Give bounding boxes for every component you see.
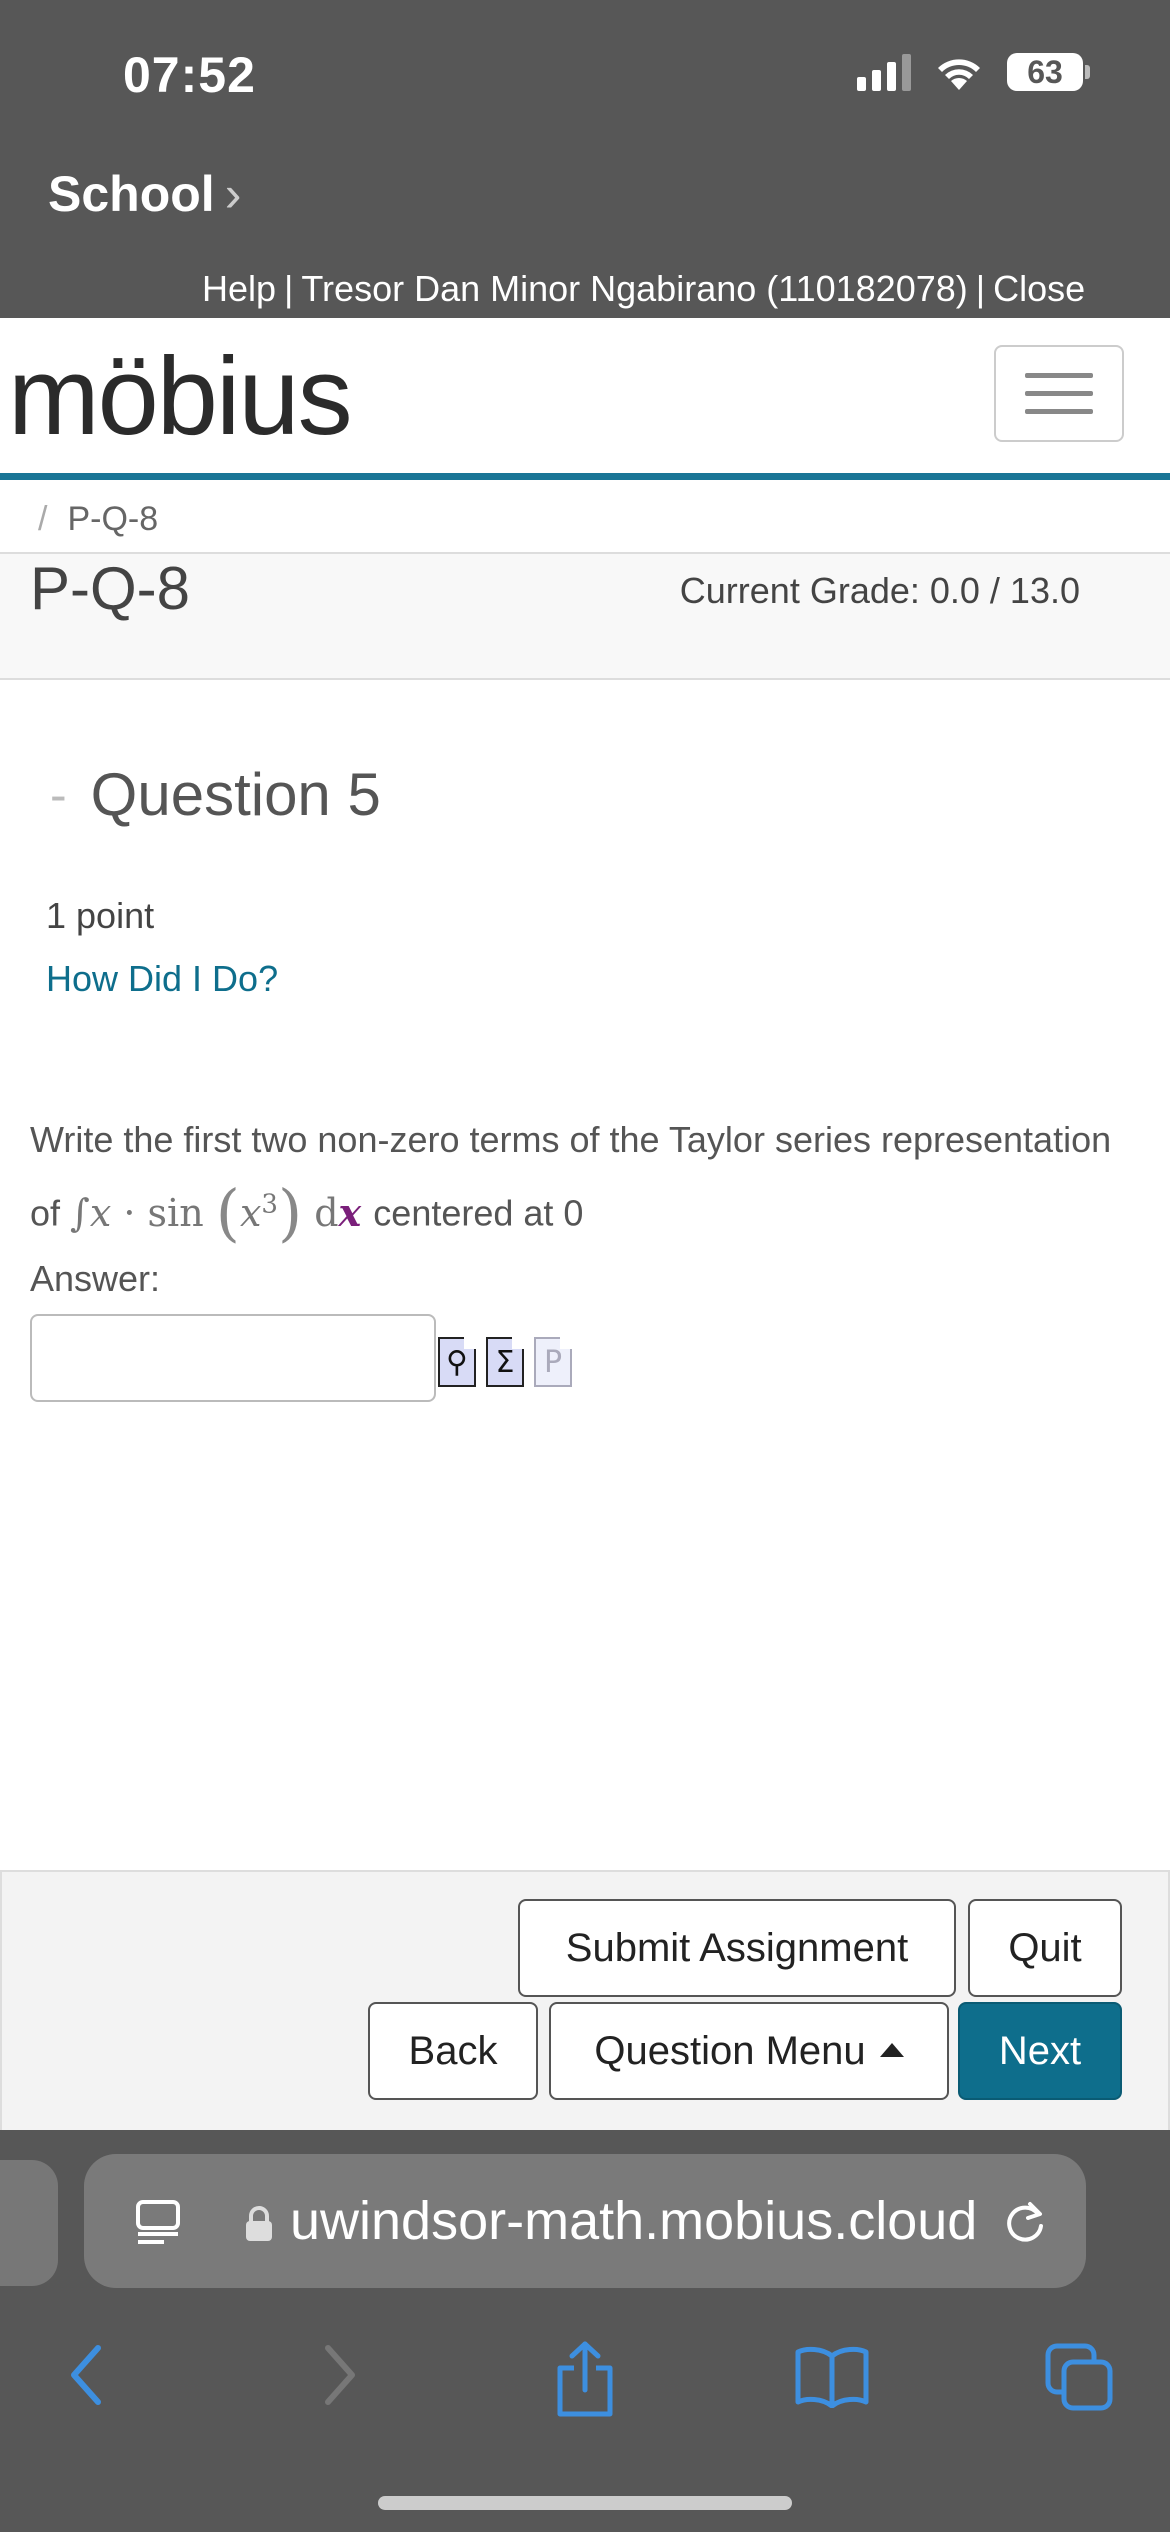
chevron-right-icon: › bbox=[224, 166, 242, 222]
answer-label: Answer: bbox=[30, 1258, 161, 1299]
hamburger-icon bbox=[1025, 373, 1093, 378]
question-menu-label: Question Menu bbox=[594, 2028, 866, 2073]
next-button[interactable]: Next bbox=[958, 2002, 1122, 2100]
bookmarks-icon[interactable] bbox=[794, 2346, 870, 2408]
back-to-app-label: School bbox=[48, 166, 215, 222]
help-line: Help | Tresor Dan Minor Ngabirano (1101820… bbox=[202, 268, 1086, 309]
caret-up-icon bbox=[879, 2043, 904, 2057]
how-did-i-do-link[interactable]: How Did I Do? bbox=[46, 958, 278, 1000]
logo-bar: möbius bbox=[0, 318, 1170, 480]
current-grade: Current Grade: 0.0 / 13.0 bbox=[679, 570, 1080, 611]
top-bar: 07:52 63 School › Help | Tresor Dan Minor … bbox=[0, 0, 1170, 318]
title-area: P-Q-8 Current Grade: 0.0 / 13.0 bbox=[0, 554, 1170, 680]
user-name: Tresor Dan Minor Ngabirano (110182078) bbox=[301, 268, 968, 309]
mobius-logo: möbius bbox=[8, 333, 353, 460]
page-title: P-Q-8 bbox=[30, 555, 191, 622]
back-button[interactable]: Back bbox=[368, 2002, 538, 2100]
question-heading: - Question 5 bbox=[50, 760, 381, 829]
plot-icon[interactable]: P bbox=[534, 1337, 572, 1387]
breadcrumb: / P-Q-8 bbox=[38, 500, 159, 538]
back-to-app-link[interactable]: School › bbox=[48, 165, 241, 223]
answer-tools: ⚲ Σ P bbox=[438, 1337, 572, 1387]
question-text-after: centered at 0 bbox=[373, 1192, 584, 1234]
question-title: Question 5 bbox=[90, 761, 381, 828]
tabs-icon[interactable] bbox=[1044, 2342, 1116, 2414]
reload-icon[interactable] bbox=[1000, 2198, 1050, 2248]
question-text: Write the first two non-zero terms of th… bbox=[30, 1108, 1140, 1246]
url-text: uwindsor-math.mobius.cloud bbox=[290, 2191, 978, 2251]
help-link[interactable]: Help bbox=[202, 268, 276, 309]
equation-editor-icon[interactable]: Σ bbox=[486, 1337, 524, 1387]
cellular-signal-icon bbox=[857, 53, 911, 91]
submit-assignment-button[interactable]: Submit Assignment bbox=[518, 1899, 956, 1997]
question-menu-button[interactable]: Question Menu bbox=[549, 2002, 949, 2100]
collapse-icon[interactable]: - bbox=[50, 766, 67, 824]
battery-level: 63 bbox=[1007, 53, 1083, 91]
breadcrumb-item[interactable]: P-Q-8 bbox=[67, 500, 158, 538]
logo-text: möbius bbox=[8, 335, 353, 458]
battery-icon: 63 bbox=[1007, 53, 1090, 91]
preview-icon[interactable]: ⚲ bbox=[438, 1337, 476, 1387]
close-link[interactable]: Close bbox=[993, 268, 1085, 309]
back-arrow-icon[interactable] bbox=[62, 2340, 112, 2410]
share-icon[interactable] bbox=[552, 2340, 618, 2420]
previous-tab-peek[interactable] bbox=[0, 2160, 58, 2286]
quit-button[interactable]: Quit bbox=[968, 1899, 1122, 1997]
status-icons: 63 bbox=[857, 52, 1090, 92]
reader-mode-icon[interactable] bbox=[134, 2198, 182, 2246]
question-points: 1 point bbox=[46, 895, 155, 936]
status-time: 07:52 bbox=[123, 47, 256, 103]
lock-icon bbox=[246, 2206, 272, 2241]
integral-expression: ∫x · sin (x3) dx bbox=[70, 1175, 362, 1249]
hamburger-menu-button[interactable] bbox=[994, 345, 1124, 442]
wifi-icon bbox=[933, 52, 985, 92]
home-indicator bbox=[378, 2496, 792, 2510]
address-bar[interactable]: uwindsor-math.mobius.cloud bbox=[84, 2154, 1086, 2288]
forward-arrow-icon[interactable] bbox=[314, 2340, 364, 2410]
browser-toolbar bbox=[0, 2330, 1170, 2450]
answer-input[interactable] bbox=[30, 1314, 436, 1402]
browser-chrome: uwindsor-math.mobius.cloud bbox=[0, 2130, 1170, 2532]
